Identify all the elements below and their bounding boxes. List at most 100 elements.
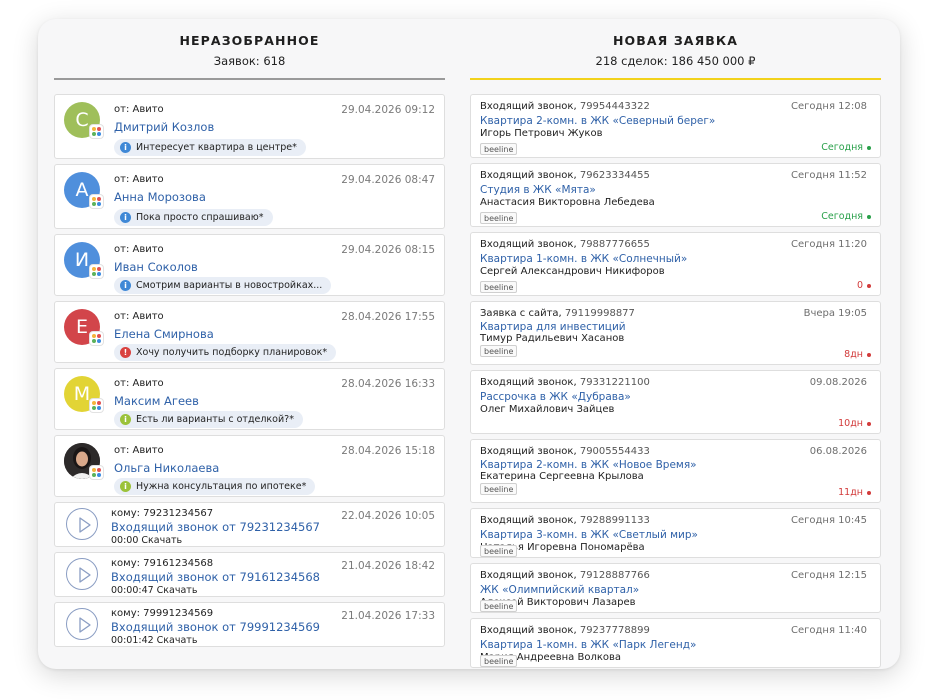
lead-name-link[interactable]: Дмитрий Козлов [114,120,214,134]
call-title-link[interactable]: Входящий звонок от 79991234569 [111,620,320,634]
deal-tag[interactable]: beeline [480,345,518,357]
deal-card[interactable]: Входящий звонок, 79887776655 Сегодня 11:2… [470,232,881,296]
lead-source: от: Авито [114,311,164,322]
deal-date: Сегодня 11:20 [791,239,867,250]
lead-name-link[interactable]: Ольга Николаева [114,461,219,475]
deal-card[interactable]: Входящий звонок, 79288991133 Сегодня 10:4… [470,508,881,558]
play-icon [79,567,91,583]
call-meta: 00:00:47 Скачать [111,585,197,596]
deal-source-label: Входящий звонок, [480,570,577,581]
call-duration: 00:00:47 [111,585,154,596]
lead-note-text: Интересует квартира в центре* [136,142,297,153]
column-header: НОВАЯ ЗАЯВКА 218 сделок: 186 450 000 ₽ [470,19,881,78]
deal-status-text: 8дн [844,349,863,360]
deal-title-link[interactable]: Квартира 1-комн. в ЖК «Парк Легенд» [480,639,696,651]
call-meta: 00:00 Скачать [111,535,182,546]
lead-note-text: Пока просто спрашиваю* [136,212,264,223]
call-title-link[interactable]: Входящий звонок от 79231234567 [111,520,320,534]
lead-card[interactable]: Мот: Авито 28.04.2026 16:33 Максим Агеев i Е… [54,368,445,430]
info-icon: i [120,414,131,425]
call-card[interactable]: кому: 79231234567 22.04.2026 10:05 Входящи… [54,502,445,547]
deal-title-link[interactable]: Квартира 2-комн. в ЖК «Новое Время» [480,459,697,471]
call-date: 22.04.2026 10:05 [341,510,435,522]
deal-card[interactable]: Входящий звонок, 79237778899 Сегодня 11:4… [470,618,881,668]
deal-source: Входящий звонок, 79288991133 [480,515,650,526]
deal-tag[interactable]: beeline [480,545,518,557]
play-button[interactable] [66,608,98,640]
deal-status-text: Сегодня [821,142,863,153]
call-card[interactable]: кому: 79991234569 21.04.2026 17:33 Входящи… [54,602,445,647]
play-icon [79,517,91,533]
deal-tag[interactable]: beeline [480,655,518,667]
source-app-icon [90,195,103,208]
column-title: НОВАЯ ЗАЯВКА [612,33,739,48]
lead-card[interactable]: Сот: Авито 29.04.2026 09:12 Дмитрий Козлов… [54,94,445,159]
deal-source: Заявка с сайта, 79119998877 [480,308,635,319]
play-button[interactable] [66,558,98,590]
info-icon: i [120,280,131,291]
download-link[interactable]: Скачать [141,535,182,546]
download-link[interactable]: Скачать [157,635,198,646]
lead-note-text: Есть ли варианты с отделкой?* [136,414,294,425]
lead-card[interactable]: Еот: Авито 28.04.2026 17:55 Елена Смирнова… [54,301,445,363]
deal-tag[interactable]: beeline [480,281,518,293]
deal-title-link[interactable]: Квартира 2-комн. в ЖК «Северный берег» [480,115,715,127]
deal-card[interactable]: Входящий звонок, 79128887766 Сегодня 12:1… [470,563,881,613]
info-icon: i [120,212,131,223]
call-card[interactable]: кому: 79161234568 21.04.2026 18:42 Входящи… [54,552,445,597]
lead-list: Сот: Авито 29.04.2026 09:12 Дмитрий Козлов… [54,94,445,647]
deal-source-label: Входящий звонок, [480,446,577,457]
deal-card[interactable]: Входящий звонок, 79954443322 Сегодня 12:0… [470,94,881,158]
deal-card[interactable]: Входящий звонок, 79005554433 06.08.2026 Кв… [470,439,881,503]
deal-status-text: 10дн [838,418,863,429]
lead-card[interactable]: Иот: Авито 29.04.2026 08:15 Иван Соколов i С… [54,234,445,296]
column-new-request: НОВАЯ ЗАЯВКА 218 сделок: 186 450 000 ₽ В… [470,19,881,669]
deal-tag[interactable]: beeline [480,483,518,495]
deal-title-link[interactable]: Рассрочка в ЖК «Дубрава» [480,391,631,403]
deal-card[interactable]: Заявка с сайта, 79119998877 Вчера 19:05 Кв… [470,301,881,365]
deal-card[interactable]: Входящий звонок, 79623334455 Сегодня 11:5… [470,163,881,227]
lead-name-link[interactable]: Иван Соколов [114,260,198,274]
deal-title-link[interactable]: ЖК «Олимпийский квартал» [480,584,639,596]
deal-source: Входящий звонок, 79005554433 [480,446,650,457]
lead-note-text: Хочу получить подборку планировок* [136,347,328,358]
deal-date: Сегодня 12:15 [791,570,867,581]
deal-status: Сегодня [821,142,871,153]
status-dot-icon [867,352,871,357]
lead-name-link[interactable]: Максим Агеев [114,394,199,408]
deal-tag[interactable]: beeline [480,212,518,224]
source-app-icon [90,399,103,412]
deal-source-label: Входящий звонок, [480,239,577,250]
lead-name-link[interactable]: Елена Смирнова [114,327,214,341]
deal-title-link[interactable]: Квартира 1-комн. в ЖК «Солнечный» [480,253,687,265]
deal-source-label: Входящий звонок, [480,170,577,181]
column-count: Заявок: 618 [213,54,286,68]
deal-source-label: Заявка с сайта, [480,308,562,319]
play-button[interactable] [66,508,98,540]
deal-date: Сегодня 11:40 [791,625,867,636]
lead-card[interactable]: Аот: Авито 29.04.2026 08:47 Анна Морозова i… [54,164,445,229]
deal-card[interactable]: Входящий звонок, 79331221100 09.08.2026 Ра… [470,370,881,434]
deal-phone: 79005554433 [579,446,650,457]
deal-title-link[interactable]: Квартира 3-комн. в ЖК «Светлый мир» [480,529,698,541]
lead-source: от: Авито [114,244,164,255]
deal-date: 09.08.2026 [809,377,867,388]
lead-card[interactable]: от: Авито 28.04.2026 15:18 Ольга Николаева… [54,435,445,497]
deal-title-link[interactable]: Студия в ЖК «Мята» [480,184,596,196]
call-title-link[interactable]: Входящий звонок от 79161234568 [111,570,320,584]
lead-note: i Смотрим варианты в новостройках... [114,277,332,294]
lead-note: i Есть ли варианты с отделкой?* [114,411,303,428]
deal-tag[interactable]: beeline [480,600,518,612]
download-link[interactable]: Скачать [157,585,198,596]
lead-name-link[interactable]: Анна Морозова [114,190,206,204]
deal-status: 11дн [838,487,871,498]
call-recipient: кому: 79231234567 [111,508,214,519]
pipeline-panel: НЕРАЗОБРАННОЕ Заявок: 618 Сот: Авито 29.0… [38,19,900,669]
deal-tag[interactable]: beeline [480,143,518,155]
deal-list: Входящий звонок, 79954443322 Сегодня 12:0… [470,94,881,668]
lead-source: от: Авито [114,445,164,456]
deal-title-link[interactable]: Квартира для инвестиций [480,321,626,333]
call-recipient: кому: 79161234568 [111,558,214,569]
source-app-icon [90,332,103,345]
deal-status-text: 11дн [838,487,863,498]
